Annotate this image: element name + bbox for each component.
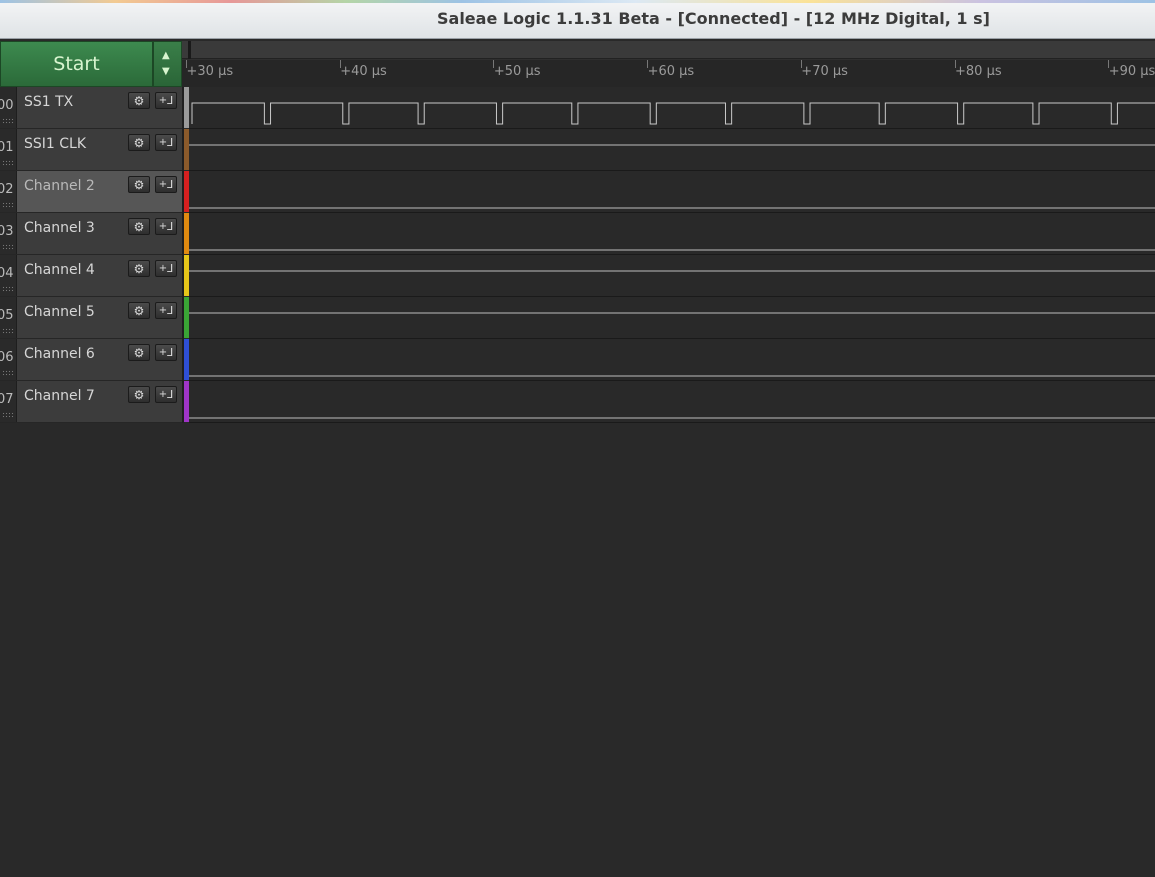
ruler-tick-label: +90 μs [1108, 64, 1155, 79]
gear-icon[interactable]: ⚙ [128, 218, 150, 235]
drag-handle-icon[interactable] [2, 244, 14, 250]
channel-lane[interactable] [189, 213, 1155, 254]
channel-lane[interactable] [189, 255, 1155, 296]
channel-name[interactable]: Channel 7 [24, 388, 95, 404]
channel-name[interactable]: SS1 TX [24, 94, 73, 110]
channel-number: 02 [0, 171, 17, 212]
gear-icon[interactable]: ⚙ [128, 134, 150, 151]
drag-handle-icon[interactable] [2, 370, 14, 376]
drag-handle-icon[interactable] [2, 160, 14, 166]
gear-icon[interactable]: ⚙ [128, 260, 150, 277]
channel-number: 00 [0, 87, 17, 128]
trigger-icon[interactable]: + ⅃ [155, 134, 177, 151]
time-ticks: +30 μs +40 μs +50 μs +60 μs +70 μs +80 μs +90 … [182, 60, 1155, 87]
channel-number-label: 01 [0, 140, 14, 155]
trigger-icon[interactable]: + ⅃ [155, 344, 177, 361]
ruler-tick-label: +60 μs [647, 64, 695, 79]
gear-icon[interactable]: ⚙ [128, 92, 150, 109]
trigger-icon[interactable]: + ⅃ [155, 218, 177, 235]
time-ruler[interactable]: +30 μs +40 μs +50 μs +60 μs +70 μs +80 μs +90 … [182, 41, 1155, 87]
arrow-up-icon[interactable]: ▲ [162, 51, 170, 61]
channel-row[interactable]: 04 Channel 4 ⚙ +⅃ [0, 255, 182, 297]
channel-number-label: 03 [0, 224, 14, 239]
channel-row[interactable]: 00 SS1 TX ⚙ +⅃ [0, 87, 182, 129]
ruler-tick-label: +80 μs [955, 64, 1002, 79]
channel-number: 04 [0, 255, 17, 296]
channel-row[interactable]: 03 Channel 3 ⚙ +⅃ [0, 213, 182, 255]
start-button[interactable]: Start [0, 41, 153, 87]
gear-icon[interactable]: ⚙ [128, 386, 150, 403]
drag-handle-icon[interactable] [2, 118, 14, 124]
taskbar-strip [0, 0, 1155, 3]
channel-row[interactable]: 07 Channel 7 ⚙ +⅃ [0, 381, 182, 423]
channel-number: 06 [0, 339, 17, 380]
start-options-spinner[interactable]: ▲ ▼ [153, 41, 182, 87]
channel-number-label: 05 [0, 308, 14, 323]
channel-lane[interactable] [189, 129, 1155, 170]
trigger-icon[interactable]: + ⅃ [155, 176, 177, 193]
window-title: Saleae Logic 1.1.31 Beta - [Connected] -… [437, 9, 990, 28]
ruler-tick-label: +30 μs [186, 64, 234, 79]
channel-divider [182, 87, 184, 423]
drag-handle-icon[interactable] [2, 286, 14, 292]
waveform-area[interactable] [189, 87, 1155, 423]
channel-name[interactable]: Channel 2 [24, 178, 95, 194]
channel-number-label: 02 [0, 182, 14, 197]
channel-name[interactable]: Channel 3 [24, 220, 95, 236]
channel-row[interactable]: 05 Channel 5 ⚙ +⅃ [0, 297, 182, 339]
trigger-icon[interactable]: + ⅃ [155, 92, 177, 109]
channel-name[interactable]: Channel 6 [24, 346, 95, 362]
ruler-tick-label: +50 μs [493, 64, 541, 79]
channel-lane[interactable] [189, 297, 1155, 338]
channel-number: 03 [0, 213, 17, 254]
empty-workspace [0, 423, 1155, 877]
channel-number: 07 [0, 381, 17, 422]
drag-handle-icon[interactable] [2, 202, 14, 208]
channel-lane[interactable] [189, 171, 1155, 212]
channel-number: 01 [0, 129, 17, 170]
gear-icon[interactable]: ⚙ [128, 176, 150, 193]
trigger-icon[interactable]: + ⅃ [155, 386, 177, 403]
channel-lane[interactable] [189, 87, 1155, 128]
timeline-start-marker [188, 41, 191, 59]
channel-name[interactable]: Channel 5 [24, 304, 95, 320]
ruler-tick-label: +40 μs [340, 64, 387, 79]
channel-number: 05 [0, 297, 17, 338]
drag-handle-icon[interactable] [2, 412, 14, 418]
gear-icon[interactable]: ⚙ [128, 344, 150, 361]
window-titlebar: Saleae Logic 1.1.31 Beta - [Connected] -… [0, 0, 1155, 39]
channel-name[interactable]: Channel 4 [24, 262, 95, 278]
channel-row[interactable]: 01 SSI1 CLK ⚙ +⅃ [0, 129, 182, 171]
channel-number-label: 04 [0, 266, 14, 281]
channel-lane[interactable] [189, 339, 1155, 380]
channel-number-label: 06 [0, 350, 14, 365]
trigger-icon[interactable]: + ⅃ [155, 302, 177, 319]
channel-row[interactable]: 06 Channel 6 ⚙ +⅃ [0, 339, 182, 381]
drag-handle-icon[interactable] [2, 328, 14, 334]
timeline-scrollbar[interactable] [182, 41, 1155, 59]
channel-lane[interactable] [189, 381, 1155, 422]
channel-row[interactable]: 02 Channel 2 ⚙ +⅃ [0, 171, 182, 213]
channel-number-label: 07 [0, 392, 14, 407]
arrow-down-icon[interactable]: ▼ [162, 67, 170, 77]
gear-icon[interactable]: ⚙ [128, 302, 150, 319]
channel-number-label: 00 [0, 98, 14, 113]
trigger-icon[interactable]: + ⅃ [155, 260, 177, 277]
ruler-tick-label: +70 μs [801, 64, 848, 79]
channel-name[interactable]: SSI1 CLK [24, 136, 86, 152]
